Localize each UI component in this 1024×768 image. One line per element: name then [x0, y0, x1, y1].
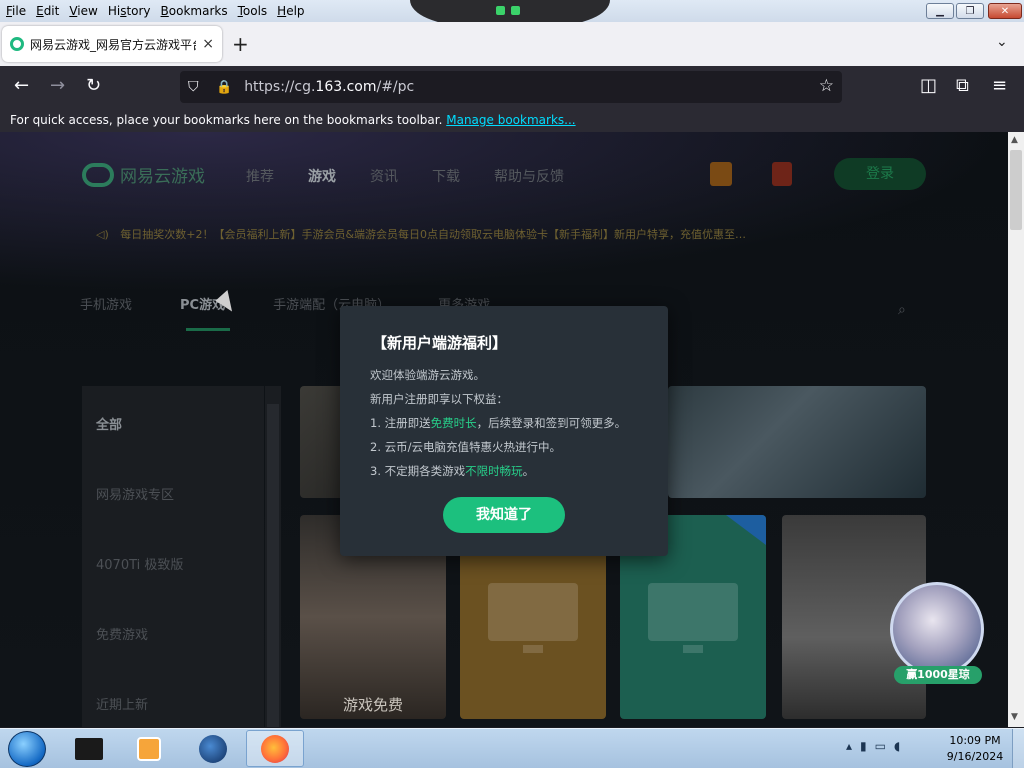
clock-time: 10:09 PM	[949, 734, 1001, 747]
header-background	[0, 132, 1008, 292]
bookmarks-hint: For quick access, place your bookmarks h…	[10, 113, 443, 127]
site-nav: 推荐 游戏 资讯 下载 帮助与反馈	[246, 166, 598, 186]
got-it-button[interactable]: 我知道了	[443, 497, 565, 533]
menu-help[interactable]: Help	[271, 4, 308, 18]
maximize-button[interactable]: ❐	[956, 3, 984, 19]
tab-title: 网易云游戏_网易官方云游戏平台	[30, 37, 197, 52]
gift-box-icon[interactable]	[710, 162, 732, 186]
tab-mobile-games[interactable]: 手机游戏	[80, 294, 132, 313]
tab-netease-cloud-gaming[interactable]: 网易云游戏_网易官方云游戏平台 ×	[2, 26, 222, 62]
taskbar-app-media-folder[interactable]	[60, 730, 118, 767]
address-bar[interactable]: ⛉ 🔒 https://cg.163.com/#/pc ☆	[180, 71, 842, 103]
close-window-button[interactable]: ✕	[988, 3, 1022, 19]
system-tray: ▴ ▮ ▭ ◖	[846, 739, 900, 753]
globe-icon	[199, 734, 227, 763]
taskbar-app-globe[interactable]	[184, 730, 242, 767]
new-tab-icon[interactable]: +	[232, 32, 249, 56]
back-icon[interactable]: ←	[14, 76, 29, 96]
forward-icon[interactable]: →	[50, 76, 65, 96]
nav-help[interactable]: 帮助与反馈	[494, 166, 564, 186]
taskbar-app-media-player[interactable]	[120, 730, 178, 767]
sidebar-scrollbar[interactable]	[265, 386, 281, 727]
sidebar-item-4070ti[interactable]: 4070Ti 极致版	[96, 554, 183, 573]
scroll-down-icon[interactable]: ▼	[1011, 712, 1018, 722]
promo-tag: 赢1000星琼	[894, 666, 982, 684]
taskbar-app-firefox[interactable]	[246, 730, 304, 767]
start-button[interactable]	[8, 731, 46, 767]
bookmark-star-icon[interactable]: ☆	[819, 76, 834, 96]
cloud-logo-icon	[82, 162, 114, 187]
page-scroll-thumb[interactable]	[1010, 150, 1022, 230]
menu-bookmarks[interactable]: Bookmarks	[155, 4, 232, 18]
menu-history[interactable]: History	[102, 4, 155, 18]
active-tab-underline	[186, 328, 230, 331]
show-hidden-icons-icon[interactable]: ▴	[846, 739, 852, 753]
show-desktop-button[interactable]	[1012, 729, 1024, 768]
manage-bookmarks-link[interactable]: Manage bookmarks...	[446, 113, 575, 127]
tab-strip: 网易云游戏_网易官方云游戏平台 × + ⌄	[0, 22, 1024, 66]
sidebar-item-netease-zone[interactable]: 网易游戏专区	[96, 484, 174, 503]
dialog-line: 3. 不定期各类游戏不限时畅玩。	[370, 464, 535, 478]
minimize-button[interactable]: ▁	[926, 3, 954, 19]
app-menu-icon[interactable]: ≡	[992, 76, 1007, 96]
media-player-icon	[137, 736, 161, 761]
site-favicon-icon	[10, 37, 24, 51]
navigation-toolbar: ← → ↻ ⛉ 🔒 https://cg.163.com/#/pc ☆ ◫ ⧉ …	[0, 66, 1024, 108]
game-card-caption: 游戏免费	[342, 696, 403, 714]
notice-ticker[interactable]: ◁) 每日抽奖次数+2！【会员福利上新】手游会员&端游会员每日0点自动领取云电脑…	[96, 226, 746, 242]
nav-games[interactable]: 游戏	[308, 166, 336, 186]
menu-view[interactable]: View	[63, 4, 101, 18]
site-logo[interactable]: 网易云游戏	[82, 162, 205, 187]
mouse-cursor-icon	[205, 289, 233, 317]
list-all-tabs-icon[interactable]: ⌄	[996, 34, 1008, 50]
new-user-benefit-dialog: 【新用户端游福利】 欢迎体验端游云游戏。 新用户注册即享以下权益： 1. 注册即…	[340, 306, 668, 556]
login-button[interactable]: 登录	[834, 158, 926, 190]
monitor-icon	[488, 583, 578, 653]
promo-floating-badge[interactable]: 赢1000星琼	[888, 582, 984, 686]
sidebar-item-all[interactable]: 全部	[96, 414, 122, 433]
close-tab-icon[interactable]: ×	[202, 36, 214, 52]
sidebar-scroll-thumb[interactable]	[267, 404, 279, 727]
bookmarks-toolbar: For quick access, place your bookmarks h…	[0, 108, 1024, 132]
menu-file[interactable]: File	[0, 4, 30, 18]
extensions-icon[interactable]: ⧉	[956, 76, 969, 96]
menu-edit[interactable]: Edit	[30, 4, 63, 18]
dialog-title: 【新用户端游福利】	[372, 334, 508, 352]
lock-icon[interactable]: 🔒	[216, 80, 232, 95]
search-icon[interactable]: ⌕	[898, 302, 906, 318]
indicator-icon	[511, 6, 520, 15]
url-text[interactable]: https://cg.163.com/#/pc	[244, 79, 414, 95]
clock-date: 9/16/2024	[946, 750, 1004, 763]
dialog-line: 2. 云币/云电脑充值特惠火热进行中。	[370, 440, 562, 454]
monitor-icon	[648, 583, 738, 653]
dialog-line: 欢迎体验端游云游戏。	[370, 368, 485, 382]
indicator-icon	[496, 6, 505, 15]
taskbar: ▴ ▮ ▭ ◖ 10:09 PM 9/16/2024	[0, 728, 1024, 768]
nav-news[interactable]: 资讯	[370, 166, 398, 186]
pocket-icon[interactable]: ◫	[920, 76, 937, 96]
game-banner-anime[interactable]	[668, 386, 926, 498]
game-category-sidebar: 全部 网易游戏专区 4070Ti 极致版 免费游戏 近期上新	[82, 386, 264, 727]
reload-icon[interactable]: ↻	[86, 76, 101, 96]
sidebar-item-free-games[interactable]: 免费游戏	[96, 624, 148, 643]
system-clock[interactable]: 10:09 PM 9/16/2024	[942, 733, 1008, 765]
scroll-up-icon[interactable]: ▲	[1011, 135, 1018, 145]
tracking-protection-shield-icon[interactable]: ⛉	[188, 79, 202, 95]
nav-recommend[interactable]: 推荐	[246, 166, 274, 186]
page-scrollbar[interactable]: ▲ ▼	[1008, 132, 1024, 727]
dialog-line: 1. 注册即送免费时长，后续登录和签到可领更多。	[370, 416, 627, 430]
network-icon[interactable]: ▮	[860, 739, 867, 753]
red-gift-icon[interactable]	[772, 162, 792, 186]
dialog-line: 新用户注册即享以下权益：	[370, 392, 508, 406]
sidebar-item-new-releases[interactable]: 近期上新	[96, 694, 148, 713]
speaker-icon: ◁)	[96, 228, 109, 241]
film-icon	[75, 737, 103, 760]
menu-tools[interactable]: Tools	[232, 4, 272, 18]
character-avatar	[890, 582, 984, 676]
firefox-icon	[261, 734, 289, 763]
nav-download[interactable]: 下载	[432, 166, 460, 186]
display-icon[interactable]: ▭	[875, 739, 886, 753]
corner-badge	[726, 515, 766, 545]
volume-icon[interactable]: ◖	[894, 739, 900, 753]
